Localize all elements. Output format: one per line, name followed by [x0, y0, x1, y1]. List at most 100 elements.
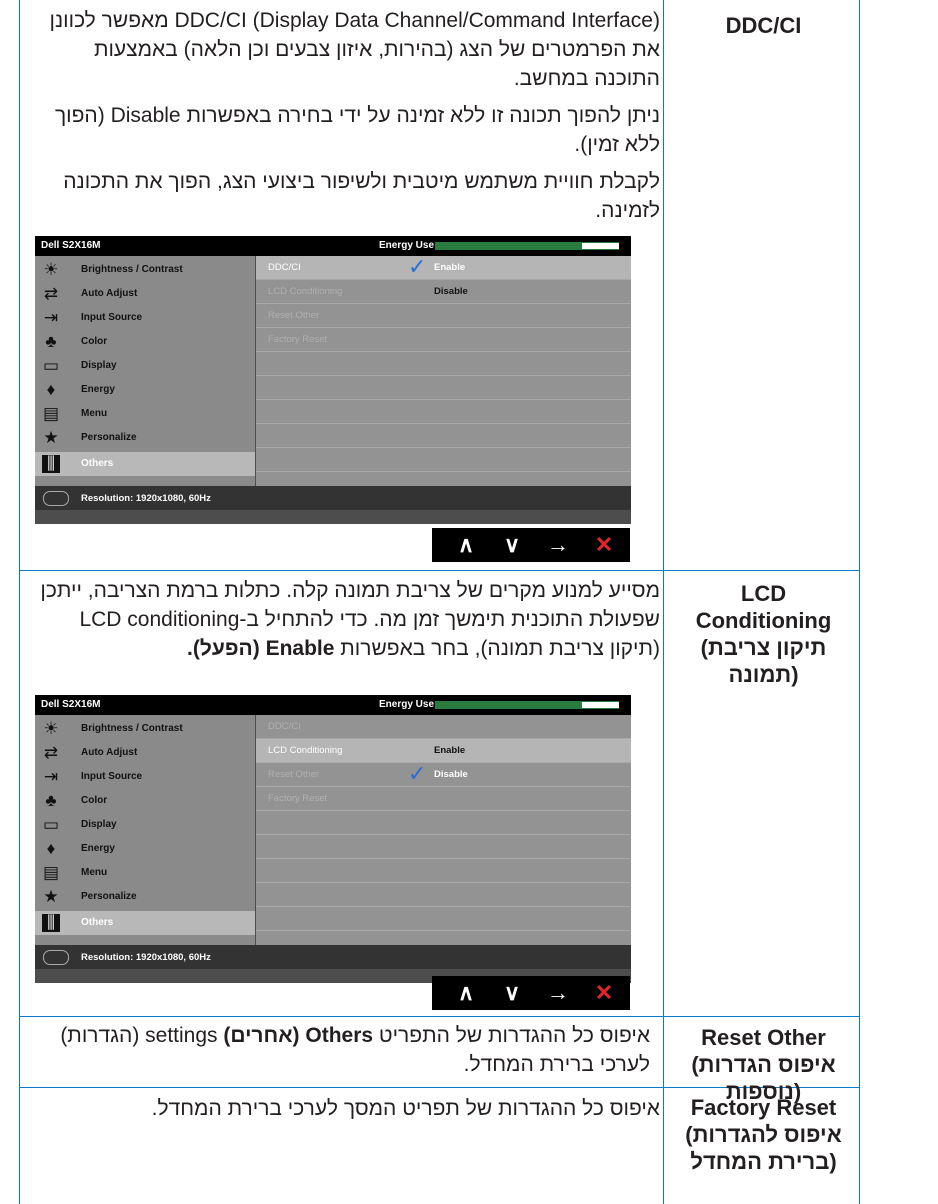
- osd-menu-item[interactable]: ⇄ Auto Adjust: [35, 741, 255, 765]
- input-source-icon: ⇥: [43, 767, 59, 786]
- desc-lcd-conditioning: מסייע למנוע מקרים של צריבת תמונה קלה. כת…: [30, 576, 660, 671]
- monitor-input-icon: [43, 491, 69, 506]
- osd-menu-item[interactable]: ★ Personalize: [35, 426, 255, 450]
- osd-menu-item-selected[interactable]: ⫼ Others: [35, 911, 255, 935]
- osd-sub-item: [256, 448, 631, 472]
- osd-sub-item: [256, 352, 631, 376]
- brightness-icon: ☀: [43, 719, 59, 738]
- display-icon: ▭: [42, 815, 60, 834]
- close-icon[interactable]: ✕: [584, 978, 624, 1008]
- text: מסייע למנוע מקרים של צריבת תמונה קלה. כת…: [40, 579, 660, 660]
- osd-menu-item-selected[interactable]: ⫼ Others: [35, 452, 255, 476]
- color-icon: ♣: [45, 332, 57, 351]
- osd-menu-item[interactable]: ▭ Display: [35, 813, 255, 837]
- osd-sub-item: [256, 424, 631, 448]
- osd-submenu: DDC/CI ✓ Enable LCD Conditioning Disable Re…: [256, 254, 631, 486]
- option-enable[interactable]: Enable: [434, 745, 465, 756]
- osd-sub-item[interactable]: Factory Reset: [256, 787, 631, 811]
- desc-ddcci: (Display Data Channel/Command Interface)…: [30, 6, 660, 233]
- osd-menu-item[interactable]: ⇥ Input Source: [35, 765, 255, 789]
- monitor-input-icon: [43, 950, 69, 965]
- sub-label: Factory Reset: [268, 793, 328, 804]
- osd-sub-item[interactable]: LCD Conditioning Enable: [256, 739, 631, 763]
- sub-label: LCD Conditioning: [268, 745, 343, 756]
- option-disable[interactable]: Disable: [434, 286, 468, 297]
- sub-label: Reset Other: [268, 310, 320, 321]
- osd-menu-item[interactable]: ▤ Menu: [35, 402, 255, 426]
- term-line: Conditioning: [695, 608, 832, 633]
- osd-sub-item[interactable]: LCD Conditioning Disable: [256, 280, 631, 304]
- osd-menu-item[interactable]: ☀ Brightness / Contrast: [35, 717, 255, 741]
- sub-label: Reset Other: [268, 769, 320, 780]
- menu-icon: ▤: [42, 404, 60, 423]
- osd-menu-item[interactable]: ▤ Menu: [35, 861, 255, 885]
- personalize-icon: ★: [43, 887, 59, 906]
- menu-label: Others: [81, 917, 114, 928]
- osd-menu-item[interactable]: ▭ Display: [35, 354, 255, 378]
- menu-label: Brightness / Contrast: [81, 723, 183, 734]
- paragraph: איפוס כל ההגדרות של התפריט Others (אחרים…: [30, 1021, 650, 1079]
- others-icon: ⫼: [42, 914, 60, 932]
- auto-adjust-icon: ⇄: [43, 743, 59, 762]
- osd-menu-item[interactable]: ♣ Color: [35, 330, 255, 354]
- row-divider: [19, 1016, 860, 1017]
- up-arrow-icon[interactable]: ∧: [446, 978, 486, 1008]
- table-border-mid: [663, 0, 664, 1204]
- osd-sub-item: [256, 907, 631, 931]
- paragraph: מסייע למנוע מקרים של צריבת תמונה קלה. כת…: [30, 576, 660, 663]
- option-disable[interactable]: Disable: [434, 769, 468, 780]
- osd-sub-item: [256, 376, 631, 400]
- option-enable[interactable]: Enable: [434, 262, 465, 273]
- menu-label: Others: [81, 458, 114, 469]
- term-line: Reset Other: [701, 1025, 826, 1050]
- menu-icon: ▤: [42, 863, 60, 882]
- term-line: (איפוס להגדרות: [685, 1122, 842, 1147]
- term-line: LCD: [740, 581, 787, 606]
- right-arrow-icon[interactable]: →: [538, 978, 578, 1008]
- osd-nav-buttons: ∧ ∨ → ✕: [432, 976, 630, 1010]
- energy-use-fill: [582, 243, 619, 249]
- osd-sub-item[interactable]: Reset Other: [256, 304, 631, 328]
- up-arrow-icon[interactable]: ∧: [446, 530, 486, 560]
- down-arrow-icon[interactable]: ∨: [492, 530, 532, 560]
- osd-main-menu: ☀ Brightness / Contrast ⇄ Auto Adjust ⇥ Inp…: [35, 256, 255, 486]
- osd-menu-item[interactable]: ☀ Brightness / Contrast: [35, 258, 255, 282]
- menu-label: Energy: [81, 384, 115, 395]
- right-arrow-icon[interactable]: →: [538, 530, 578, 560]
- bold-text: Others (אחרים): [223, 1024, 374, 1047]
- menu-label: Auto Adjust: [81, 288, 138, 299]
- menu-label: Input Source: [81, 771, 143, 782]
- osd-sub-item[interactable]: DDC/CI: [256, 715, 631, 739]
- sub-label: DDC/CI: [268, 721, 301, 732]
- down-arrow-icon[interactable]: ∨: [492, 978, 532, 1008]
- osd-menu-item[interactable]: ♣ Color: [35, 789, 255, 813]
- menu-label: Display: [81, 360, 117, 371]
- osd-menu-item[interactable]: ♦ Energy: [35, 837, 255, 861]
- osd-menu-item[interactable]: ⇥ Input Source: [35, 306, 255, 330]
- osd-sub-item[interactable]: Reset Other ✓ Disable: [256, 761, 631, 787]
- osd-title-bar: Dell S2X16M Energy Use: [35, 236, 631, 256]
- osd-menu-item[interactable]: ⇄ Auto Adjust: [35, 282, 255, 306]
- term-lcd-conditioning: LCD Conditioning (תיקון צריבת תמונה): [671, 580, 856, 688]
- osd-menu-item[interactable]: ♦ Energy: [35, 378, 255, 402]
- osd-sub-item: [256, 835, 631, 859]
- input-source-icon: ⇥: [43, 308, 59, 327]
- table-border-left: [19, 0, 20, 1204]
- osd-menu-item[interactable]: ★ Personalize: [35, 885, 255, 909]
- personalize-icon: ★: [43, 428, 59, 447]
- osd-model: Dell S2X16M: [41, 240, 101, 251]
- desc-factory-reset: איפוס כל ההגדרות של תפריט המסך לערכי ברי…: [30, 1094, 660, 1131]
- osd-footer: Resolution: 1920x1080, 60Hz: [35, 945, 631, 969]
- osd-sub-item[interactable]: Factory Reset: [256, 328, 631, 352]
- display-icon: ▭: [42, 356, 60, 375]
- menu-label: Energy: [81, 843, 115, 854]
- osd-sub-item[interactable]: DDC/CI ✓ Enable: [256, 254, 631, 280]
- menu-label: Display: [81, 819, 117, 830]
- osd-screenshot-ddcci: Dell S2X16M Energy Use ☀ Brightness / Con…: [35, 236, 631, 524]
- close-icon[interactable]: ✕: [584, 530, 624, 560]
- text: איפוס כל ההגדרות של התפריט: [373, 1024, 650, 1047]
- energy-icon: ♦: [46, 839, 56, 858]
- osd-sub-item: [256, 859, 631, 883]
- table-border-right: [859, 0, 860, 1204]
- menu-label: Color: [81, 336, 108, 347]
